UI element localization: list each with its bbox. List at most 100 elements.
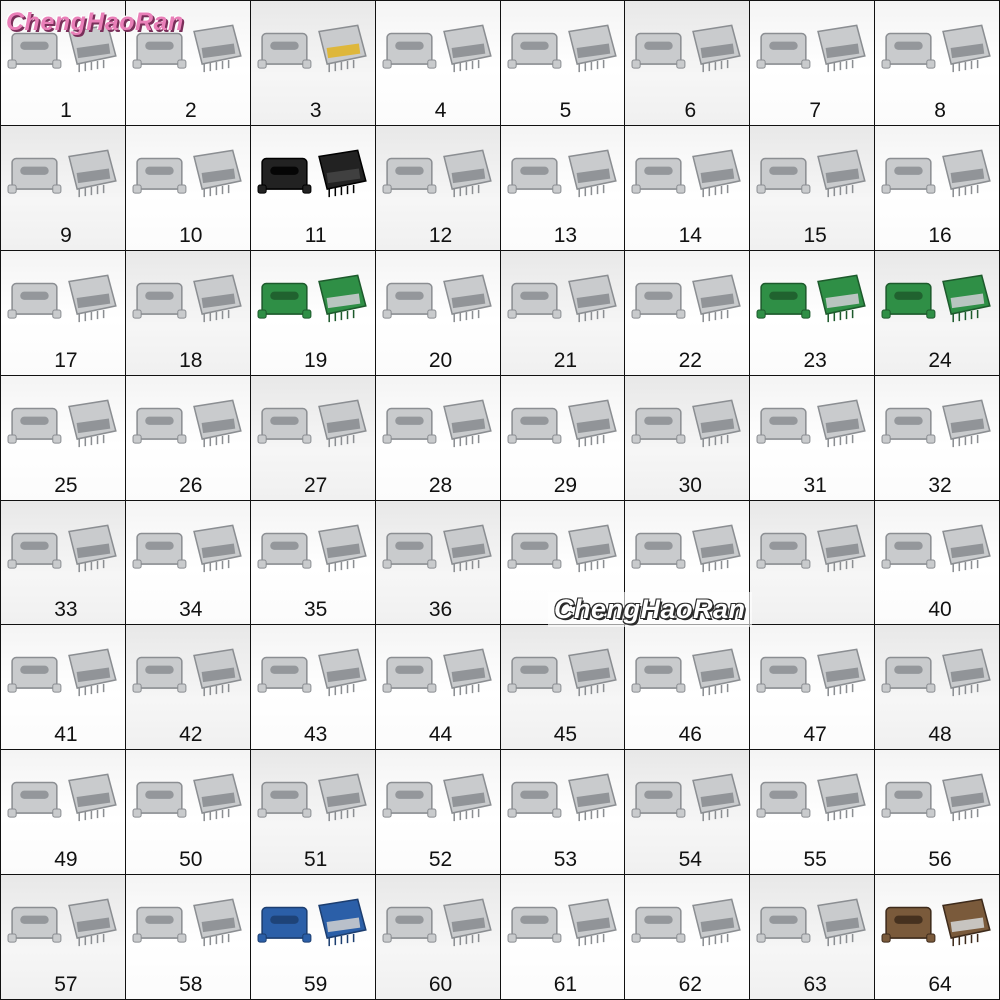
connector-tile: 56: [875, 750, 1000, 876]
connector-rear-view: [567, 274, 617, 322]
connector-rear-view: [692, 898, 742, 947]
connector-rear-view: [942, 898, 991, 947]
connector-tile: 18: [125, 250, 251, 376]
connector-rear-view: [567, 24, 617, 73]
connector-tile: 60: [375, 875, 501, 1000]
connector-front-view: [7, 32, 62, 69]
item-number-label: 36: [428, 598, 453, 622]
connector-tile: 53: [500, 750, 626, 876]
connector-tile: 20: [375, 250, 501, 376]
connector-rear-view: [817, 773, 867, 822]
item-number-label: 2: [184, 98, 197, 122]
connector-front-view: [881, 657, 936, 694]
connector-tile: 27: [250, 375, 376, 501]
connector-rear-view: [942, 399, 991, 447]
connector-photo: [501, 625, 625, 722]
item-number-label: 34: [179, 598, 203, 622]
connector-front-view: [507, 657, 561, 694]
connector-front-view: [132, 782, 187, 818]
connector-front-view: [382, 407, 437, 444]
connector-tile: 40: [875, 500, 1000, 626]
connector-photo: [501, 750, 625, 847]
connector-photo: [126, 625, 250, 722]
connector-photo: [376, 750, 500, 847]
connector-front-view: [507, 32, 561, 69]
item-number-label: 21: [553, 348, 578, 372]
connector-photo: [501, 376, 625, 473]
connector-tile: 30: [625, 375, 751, 501]
connector-front-view: [631, 157, 686, 194]
connector-tile: 34: [125, 500, 251, 626]
connector-photo: [625, 251, 749, 348]
connector-rear-view: [442, 24, 492, 73]
connector-rear-view: [68, 274, 117, 322]
item-number-label: 8: [934, 98, 946, 122]
connector-photo: [126, 875, 250, 972]
connector-rear-view: [817, 274, 867, 322]
connector-tile: 50: [125, 750, 251, 876]
connector-rear-view: [192, 24, 242, 73]
item-number-label: 42: [179, 723, 203, 747]
connector-front-view: [7, 282, 62, 319]
connector-front-view: [631, 782, 686, 818]
connector-front-view: [631, 532, 686, 569]
connector-tile: 57: [1, 875, 126, 1000]
connector-front-view: [7, 407, 62, 444]
connector-rear-view: [692, 24, 742, 73]
connector-photo: [625, 1, 749, 98]
connector-rear-view: [68, 399, 117, 447]
connector-tile: 45: [500, 625, 626, 751]
connector-rear-view: [817, 149, 867, 198]
connector-photo: [376, 126, 500, 223]
connector-photo: [875, 750, 999, 847]
connector-front-view: [7, 532, 62, 569]
connector-tile: 12: [375, 125, 501, 251]
connector-tile: 54: [625, 750, 751, 876]
connector-rear-view: [942, 773, 991, 822]
connector-front-view: [257, 282, 312, 319]
connector-front-view: [507, 407, 561, 444]
connector-photo: [750, 501, 874, 598]
connector-front-view: [257, 906, 312, 943]
item-number-label: 25: [54, 473, 78, 497]
connector-tile: 13: [500, 125, 626, 251]
connector-photo: [625, 750, 749, 847]
connector-photo: [376, 875, 500, 972]
connector-front-view: [257, 407, 312, 444]
item-number-label: 62: [678, 973, 702, 996]
connector-tile: 21: [500, 250, 626, 376]
connector-photo: [251, 625, 375, 722]
connector-photo: [126, 750, 250, 847]
connector-front-view: [382, 282, 437, 319]
connector-photo: [251, 1, 375, 98]
item-number-label: 18: [179, 348, 203, 372]
item-number-label: 29: [553, 473, 578, 497]
connector-photo: [750, 376, 874, 473]
connector-rear-view: [317, 648, 367, 697]
connector-tile: [750, 500, 876, 626]
item-number-label: 19: [304, 348, 328, 372]
connector-photo: [1, 875, 125, 972]
connector-front-view: [756, 782, 811, 818]
connector-rear-view: [567, 399, 617, 447]
item-number-label: 3: [309, 98, 322, 122]
connector-front-view: [507, 282, 561, 319]
connector-front-view: [257, 157, 312, 194]
connector-rear-view: [692, 524, 742, 572]
item-number-label: 30: [678, 473, 702, 497]
connector-photo: [1, 501, 125, 598]
item-number-label: 20: [428, 348, 453, 372]
connector-front-view: [756, 32, 811, 69]
connector-photo: [501, 501, 625, 598]
connector-photo: [1, 126, 125, 223]
item-number-label: 53: [553, 848, 578, 872]
connector-front-view: [881, 282, 936, 319]
connector-photo: [625, 501, 749, 598]
connector-front-view: [257, 657, 312, 694]
connector-tile: 15: [750, 125, 876, 251]
connector-front-view: [257, 32, 312, 69]
connector-rear-view: [692, 399, 742, 447]
connector-tile: 22: [625, 250, 751, 376]
connector-rear-view: [317, 524, 367, 572]
connector-photo: [251, 750, 375, 847]
